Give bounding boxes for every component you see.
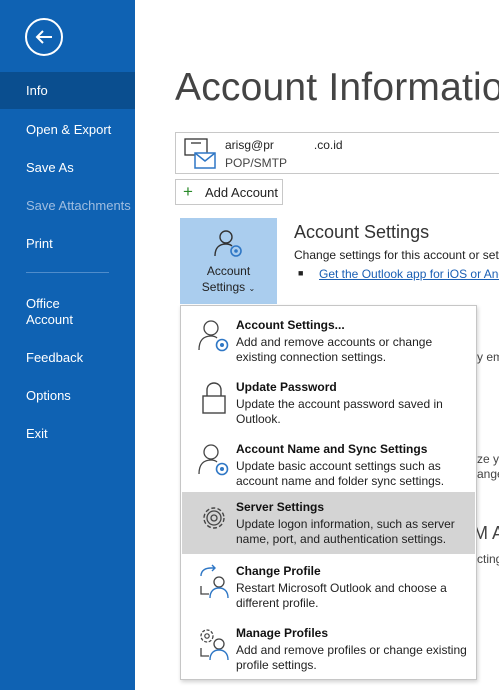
sidebar-divider	[26, 272, 109, 273]
account-settings-button[interactable]: Account Settings ⌄	[180, 218, 277, 304]
menu-item-title: Account Settings...	[236, 318, 345, 332]
account-selector[interactable]: arisg@pr .co.id POP/SMTP	[175, 132, 499, 174]
menu-item-update-password[interactable]: Update Password Update the account passw…	[182, 372, 475, 434]
section-title: Account Settings	[294, 222, 430, 242]
outlook-backstage: Info Open & Export Save As Save Attachme…	[0, 0, 499, 690]
plus-icon: +	[183, 182, 193, 201]
account-email: arisg@pr .co.id	[225, 138, 343, 152]
account-settings-menu: Account Settings... Add and remove accou…	[180, 305, 477, 680]
sidebar-item-exit[interactable]: Exit	[0, 426, 135, 442]
menu-item-title: Server Settings	[236, 500, 325, 514]
menu-item-change-profile[interactable]: Change Profile Restart Microsoft Outlook…	[182, 556, 475, 618]
sidebar-item-feedback[interactable]: Feedback	[0, 350, 135, 366]
menu-item-description: Update the account password saved in Out…	[236, 397, 443, 426]
account-settings-label: Account Settings ⌄	[201, 264, 256, 294]
sidebar-item-print[interactable]: Print	[0, 236, 135, 252]
gear-icon	[203, 507, 225, 529]
background-text: cting	[477, 552, 499, 566]
menu-item-description: Update logon information, such as server…	[236, 517, 455, 546]
back-button[interactable]	[25, 18, 63, 56]
backstage-sidebar: Info Open & Export Save As Save Attachme…	[0, 0, 135, 690]
email-account-icon	[184, 138, 216, 169]
add-account-label: Add Account	[205, 185, 278, 200]
menu-item-account-settings[interactable]: Account Settings... Add and remove accou…	[182, 310, 475, 372]
outlook-app-link[interactable]: Get the Outlook app for iOS or And	[319, 267, 499, 281]
section-description: Change settings for this account or set	[294, 248, 499, 262]
background-text: ange	[477, 467, 499, 481]
sidebar-item-info[interactable]: Info	[0, 72, 135, 109]
account-type: POP/SMTP	[225, 156, 288, 170]
menu-item-title: Account Name and Sync Settings	[236, 442, 428, 456]
menu-item-server-settings[interactable]: Server Settings Update logon information…	[182, 492, 475, 554]
arrow-left-icon	[35, 30, 52, 44]
sidebar-item-save-as[interactable]: Save As	[0, 160, 135, 176]
menu-item-description: Add and remove accounts or change existi…	[236, 335, 433, 364]
menu-item-title: Change Profile	[236, 564, 321, 578]
sidebar-item-save-attachments: Save Attachments	[26, 198, 131, 213]
account-settings-icon	[214, 230, 242, 257]
add-account-button[interactable]: + Add Account	[175, 179, 283, 205]
menu-item-title: Update Password	[236, 380, 337, 394]
background-text: ze yo	[477, 452, 499, 466]
page-title: Account Informatio	[175, 66, 499, 109]
change-profile-icon	[200, 564, 229, 599]
sidebar-item-options[interactable]: Options	[0, 388, 135, 404]
menu-item-description: Update basic account settings such as ac…	[236, 459, 445, 488]
menu-item-description: Add and remove profiles or change existi…	[236, 643, 467, 672]
lock-icon	[202, 382, 226, 414]
manage-profiles-icon	[200, 629, 229, 661]
sidebar-item-open-export[interactable]: Open & Export	[0, 122, 135, 138]
sidebar-item-office-account[interactable]: Office Account	[0, 296, 135, 328]
account-settings-icon	[198, 320, 229, 352]
menu-item-manage-profiles[interactable]: Manage Profiles Add and remove profiles …	[182, 618, 475, 680]
background-text: y em	[477, 350, 499, 364]
menu-item-title: Manage Profiles	[236, 626, 329, 640]
account-sync-icon	[198, 444, 229, 476]
menu-item-account-name-sync[interactable]: Account Name and Sync Settings Update ba…	[182, 434, 475, 496]
bullet-icon: ■	[298, 268, 304, 278]
chevron-down-icon: ⌄	[248, 284, 256, 293]
menu-item-description: Restart Microsoft Outlook and choose a d…	[236, 581, 447, 610]
